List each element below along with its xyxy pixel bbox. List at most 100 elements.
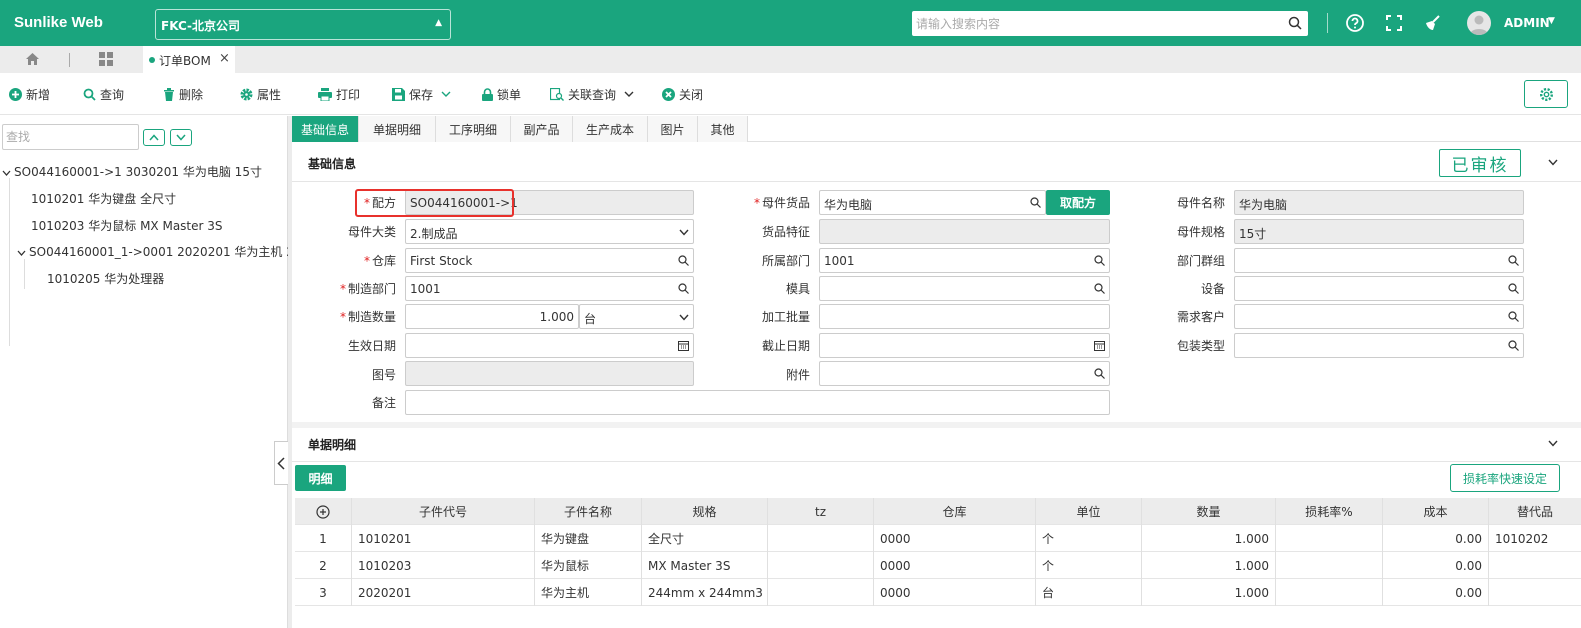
cell-name[interactable]: 华为键盘 [535,525,642,552]
cell-tz[interactable] [768,552,874,579]
cell-qty[interactable]: 1.000 [1142,552,1276,579]
mold-field[interactable] [819,276,1110,301]
cell-code[interactable]: 1010203 [352,552,535,579]
cell-spec[interactable]: 244mm x 244mm3 [642,579,768,606]
avatar[interactable] [1467,11,1491,35]
add-row-button[interactable] [295,498,352,525]
column-header[interactable]: 单位 [1036,498,1142,525]
tree-node[interactable]: 1010201 华为键盘 全尺寸 [31,190,176,207]
print-button[interactable]: 打印 [318,85,360,103]
tree-find-input[interactable] [2,124,139,150]
attachment-field[interactable] [819,361,1110,386]
column-header[interactable]: 成本 [1383,498,1489,525]
cell-qty[interactable]: 1.000 [1142,579,1276,606]
tab-doc-detail[interactable]: 单据明细 [359,116,436,142]
user-name[interactable]: ADMIN [1504,16,1550,30]
effective-date-field[interactable] [405,333,694,358]
batch-field[interactable] [819,304,1110,329]
goods-feature-field[interactable] [819,219,1110,244]
tab-by-product[interactable]: 副产品 [511,116,573,142]
tab-other[interactable]: 其他 [698,116,748,142]
mfg-qty-input[interactable]: 1.000 [405,304,579,329]
column-header[interactable]: 替代品 [1489,498,1581,525]
tab-process-detail[interactable]: 工序明细 [436,116,511,142]
cell-loss[interactable] [1276,525,1383,552]
cell-cost[interactable]: 0.00 [1383,579,1489,606]
tree-node[interactable]: 1010203 华为鼠标 MX Master 3S [31,217,223,234]
cell-tz[interactable] [768,579,874,606]
chevron-down-icon[interactable] [1548,156,1558,169]
table-row[interactable]: 3 2020201 华为主机 244mm x 244mm3 0000 台 1.0… [295,579,1581,606]
column-header[interactable]: 仓库 [874,498,1036,525]
settings-button[interactable] [1524,80,1568,108]
cell-name[interactable]: 华为主机 [535,579,642,606]
save-button[interactable]: 保存 [392,85,451,103]
query-button[interactable]: 查询 [83,85,124,103]
help-icon[interactable] [1345,13,1365,33]
fetch-recipe-button[interactable]: 取配方 [1046,190,1110,215]
column-header[interactable]: 子件名称 [535,498,642,525]
lock-button[interactable]: 锁单 [482,85,521,103]
related-query-button[interactable]: 关联查询 [550,85,634,103]
tab-pictures[interactable]: 图片 [648,116,698,142]
caret-down-icon[interactable]: ▼ [1548,16,1555,26]
dept-group-field[interactable] [1234,248,1524,273]
new-button[interactable]: 新增 [9,85,50,103]
company-select[interactable]: FKC-北京公司 ▲ [155,9,451,40]
cell-warehouse[interactable]: 0000 [874,579,1036,606]
search-icon[interactable] [1288,16,1302,33]
cell-warehouse[interactable]: 0000 [874,552,1036,579]
tab-apps[interactable] [71,46,141,73]
cell-name[interactable]: 华为鼠标 [535,552,642,579]
parent-category-select[interactable]: 2.制成品 [405,219,694,244]
tab-basic-info[interactable]: 基础信息 [292,116,359,142]
tab-production-cost[interactable]: 生产成本 [573,116,648,142]
dept-field[interactable]: 1001 [819,248,1110,273]
chevron-down-icon[interactable] [17,245,29,259]
parent-goods-field[interactable]: 华为电脑 [819,190,1046,215]
parent-spec-field[interactable]: 15寸 [1234,219,1524,244]
drawing-no-field[interactable] [405,361,694,386]
cell-spec[interactable]: MX Master 3S [642,552,768,579]
detail-button[interactable]: 明细 [295,465,346,491]
column-header[interactable]: 数量 [1142,498,1276,525]
cell-cost[interactable]: 0.00 [1383,552,1489,579]
end-date-field[interactable] [819,333,1110,358]
equipment-field[interactable] [1234,276,1524,301]
table-row[interactable]: 2 1010203 华为鼠标 MX Master 3S 0000 个 1.000… [295,552,1581,579]
remark-field[interactable] [405,390,1110,415]
cell-tz[interactable] [768,525,874,552]
cell-substitute[interactable] [1489,579,1581,606]
table-row[interactable]: 1 1010201 华为键盘 全尺寸 0000 个 1.000 0.00 101… [295,525,1581,552]
loss-rate-quick-set-button[interactable]: 损耗率快速设定 [1450,464,1560,492]
chevron-down-icon[interactable] [1548,437,1558,450]
cell-code[interactable]: 1010201 [352,525,535,552]
tab-order-bom[interactable]: 订单BOM × [143,46,235,73]
close-icon[interactable]: × [219,51,230,66]
cell-substitute[interactable]: 1010202 [1489,525,1581,552]
package-field[interactable] [1234,333,1524,358]
column-header[interactable]: tz [768,498,874,525]
customer-field[interactable] [1234,304,1524,329]
column-header[interactable]: 子件代号 [352,498,535,525]
close-button[interactable]: 关闭 [662,85,703,103]
tree-next-button[interactable] [170,129,192,146]
delete-button[interactable]: 删除 [163,85,203,103]
column-header[interactable]: 损耗率% [1276,498,1383,525]
warehouse-field[interactable]: First Stock [405,248,694,273]
chevron-down-icon[interactable] [2,165,14,179]
tree-node[interactable]: 1010205 华为处理器 [47,270,164,287]
cell-warehouse[interactable]: 0000 [874,525,1036,552]
cell-unit[interactable]: 台 [1036,579,1142,606]
cell-loss[interactable] [1276,579,1383,606]
cell-loss[interactable] [1276,552,1383,579]
tree-node-root[interactable]: SO044160001->1 3030201 华为电脑 15寸 [2,163,262,180]
cell-cost[interactable]: 0.00 [1383,525,1489,552]
tree-prev-button[interactable] [143,129,165,146]
parent-name-field[interactable]: 华为电脑 [1234,190,1524,215]
cell-unit[interactable]: 个 [1036,552,1142,579]
broom-icon[interactable] [1422,13,1442,33]
mfg-dept-field[interactable]: 1001 [405,276,694,301]
cell-substitute[interactable] [1489,552,1581,579]
properties-button[interactable]: 属性 [240,85,281,103]
